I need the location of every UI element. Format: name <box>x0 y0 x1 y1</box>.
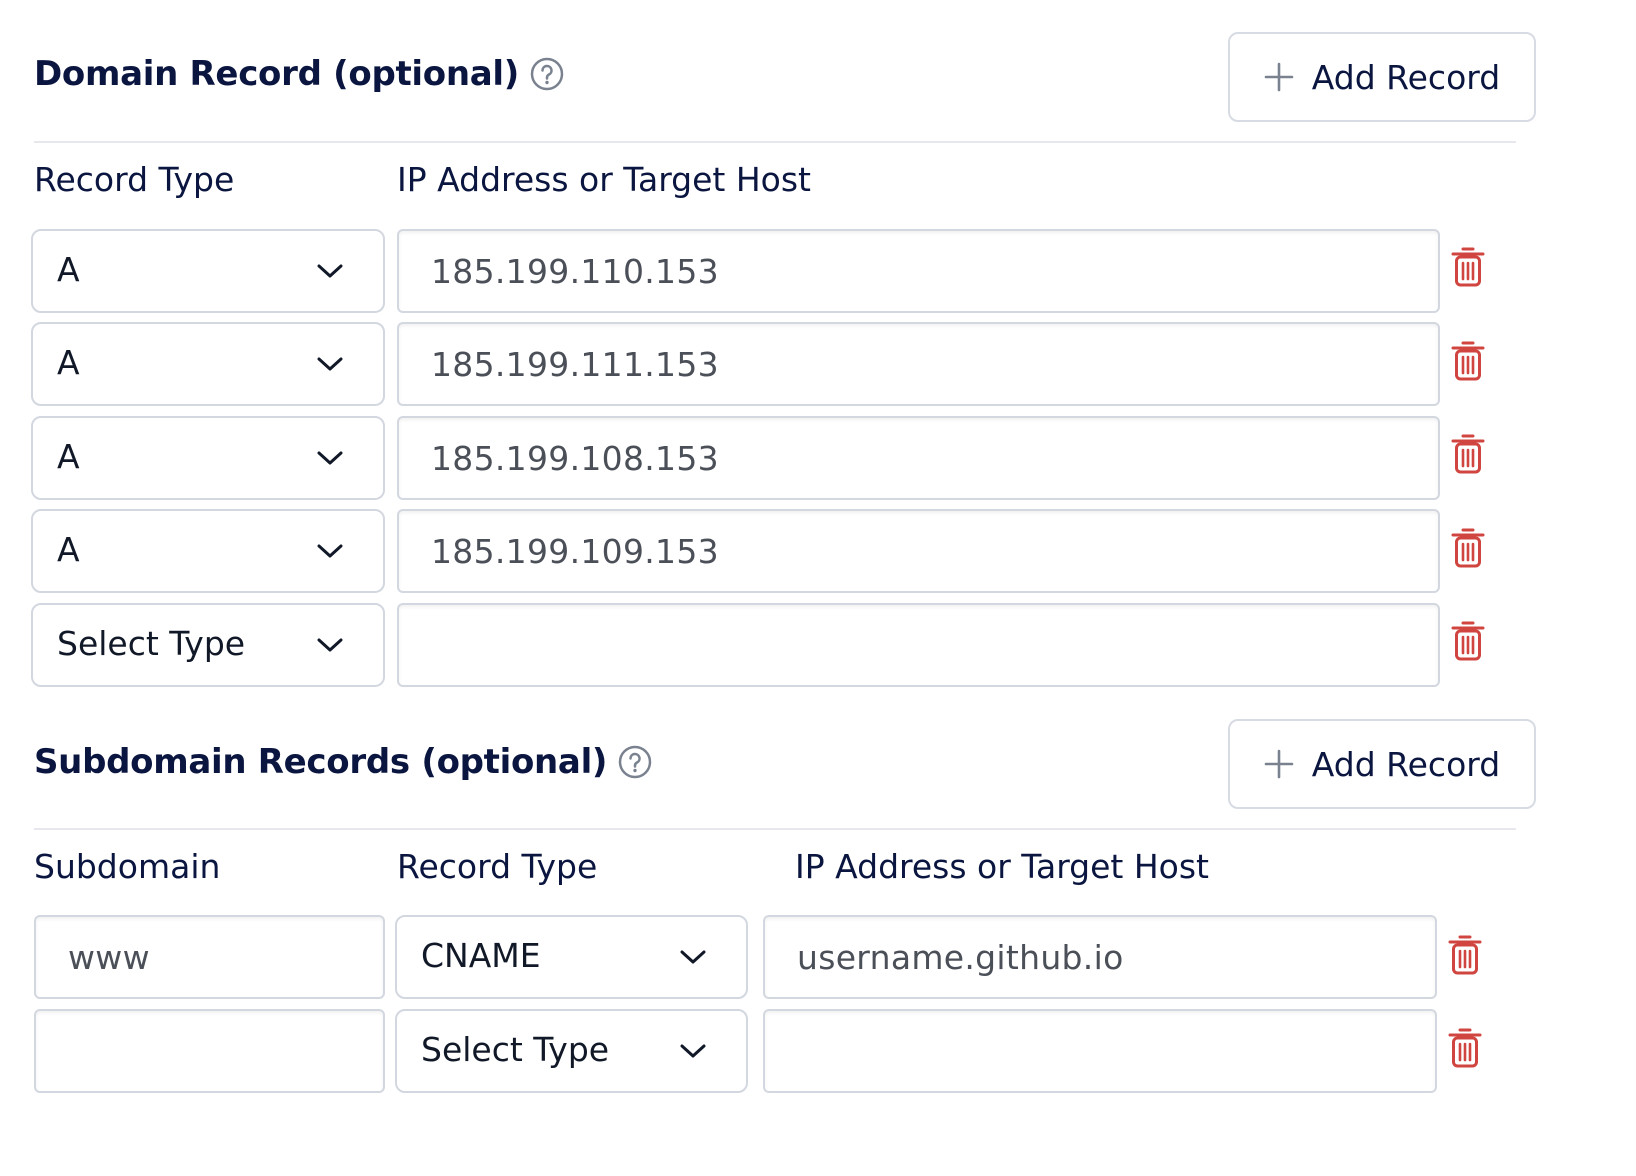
delete-record-button[interactable] <box>1450 527 1490 571</box>
record-type-value: A <box>57 436 80 476</box>
target-host-value: username.github.io <box>797 937 1124 977</box>
subdomain-section-title: Subdomain Records (optional) <box>34 742 608 782</box>
subdomain-divider <box>34 828 1516 830</box>
record-type-select[interactable]: A <box>31 509 385 593</box>
delete-record-button[interactable] <box>1450 433 1490 477</box>
col-label-target: IP Address or Target Host <box>397 160 811 199</box>
subdomain-add-record-button[interactable]: Add Record <box>1228 719 1536 809</box>
col-label-record-type: Record Type <box>34 160 235 199</box>
subdomain-input[interactable]: www <box>34 915 385 999</box>
trash-icon <box>1448 935 1482 975</box>
chevron-down-icon <box>317 264 343 278</box>
domain-section-title-wrap: Domain Record (optional) <box>34 54 565 94</box>
trash-icon <box>1451 341 1485 381</box>
record-type-value: Select Type <box>57 623 246 663</box>
chevron-down-icon <box>317 357 343 371</box>
subdomain-section-title-wrap: Subdomain Records (optional) <box>34 742 653 782</box>
record-type-value: A <box>57 529 80 569</box>
trash-icon <box>1451 434 1485 474</box>
plus-icon <box>1264 749 1294 779</box>
target-host-input[interactable]: 185.199.108.153 <box>397 416 1440 500</box>
record-type-select[interactable]: Select Type <box>31 603 385 687</box>
delete-record-button[interactable] <box>1450 246 1490 290</box>
chevron-down-icon <box>680 1044 706 1058</box>
domain-divider <box>34 141 1516 143</box>
target-host-input[interactable]: username.github.io <box>763 915 1437 999</box>
record-type-value: A <box>57 249 80 289</box>
subdomain-value: www <box>68 937 150 977</box>
target-host-input[interactable] <box>763 1009 1437 1093</box>
target-host-input[interactable]: 185.199.109.153 <box>397 509 1440 593</box>
help-circle-icon[interactable] <box>529 56 565 92</box>
domain-section-title: Domain Record (optional) <box>34 54 519 94</box>
chevron-down-icon <box>317 544 343 558</box>
delete-record-button[interactable] <box>1447 1027 1487 1071</box>
target-host-value: 185.199.108.153 <box>431 438 719 478</box>
domain-add-record-button[interactable]: Add Record <box>1228 32 1536 122</box>
chevron-down-icon <box>317 638 343 652</box>
target-host-input[interactable]: 185.199.111.153 <box>397 322 1440 406</box>
record-type-select[interactable]: A <box>31 229 385 313</box>
chevron-down-icon <box>680 950 706 964</box>
trash-icon <box>1451 247 1485 287</box>
col-label-target: IP Address or Target Host <box>795 847 1209 886</box>
record-type-select[interactable]: CNAME <box>395 915 748 999</box>
delete-record-button[interactable] <box>1450 620 1490 664</box>
trash-icon <box>1451 528 1485 568</box>
record-type-select[interactable]: A <box>31 322 385 406</box>
record-type-value: CNAME <box>421 935 541 975</box>
add-record-label: Add Record <box>1311 57 1501 97</box>
target-host-value: 185.199.109.153 <box>431 531 719 571</box>
plus-icon <box>1264 62 1294 92</box>
col-label-subdomain: Subdomain <box>34 847 221 886</box>
record-type-value: A <box>57 342 80 382</box>
add-record-label: Add Record <box>1311 744 1501 784</box>
record-type-select[interactable]: Select Type <box>395 1009 748 1093</box>
trash-icon <box>1451 621 1485 661</box>
delete-record-button[interactable] <box>1447 934 1487 978</box>
help-circle-icon[interactable] <box>617 744 653 780</box>
target-host-value: 185.199.111.153 <box>431 344 719 384</box>
subdomain-input[interactable] <box>34 1009 385 1093</box>
target-host-value: 185.199.110.153 <box>431 251 719 291</box>
target-host-input[interactable] <box>397 603 1440 687</box>
chevron-down-icon <box>317 451 343 465</box>
col-label-record-type: Record Type <box>397 847 598 886</box>
trash-icon <box>1448 1028 1482 1068</box>
target-host-input[interactable]: 185.199.110.153 <box>397 229 1440 313</box>
record-type-select[interactable]: A <box>31 416 385 500</box>
record-type-value: Select Type <box>421 1029 610 1069</box>
delete-record-button[interactable] <box>1450 340 1490 384</box>
